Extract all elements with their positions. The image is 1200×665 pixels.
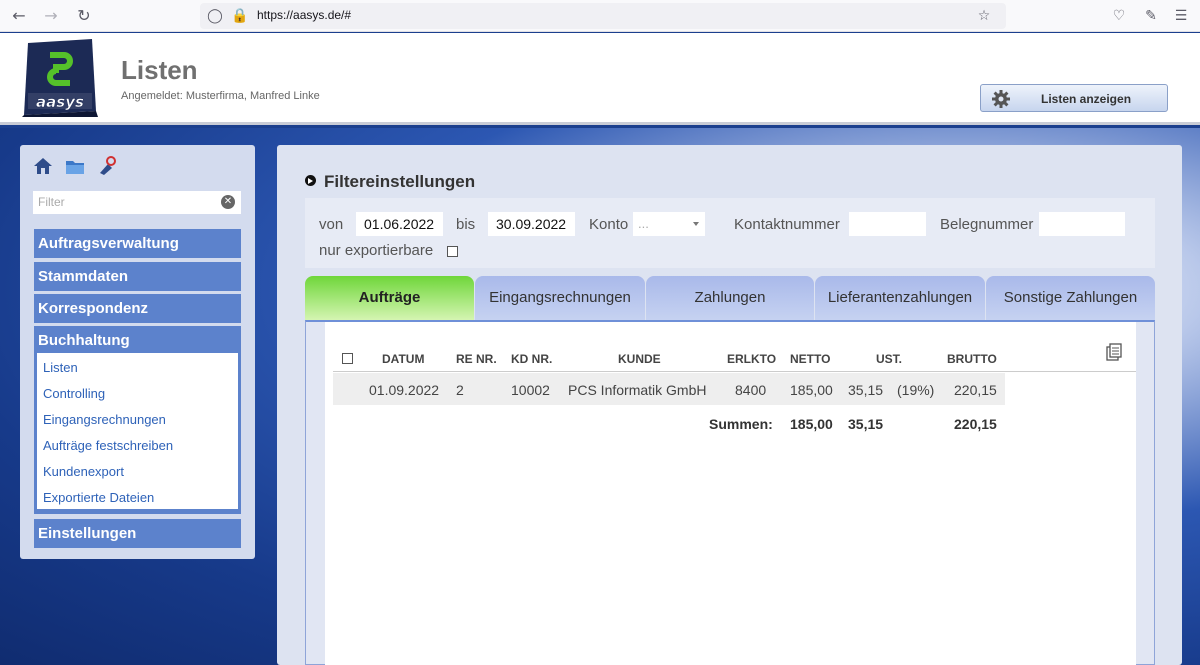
logged-in-info: Angemeldet: Musterfirma, Manfred Linke <box>121 90 320 102</box>
logout-icon[interactable] <box>96 155 118 177</box>
kontaktnummer-label: Kontaktnummer <box>734 216 840 233</box>
sidebar-item-controlling[interactable]: Controlling <box>43 386 105 401</box>
cell-ust-pct: (19%) <box>897 382 935 398</box>
home-icon[interactable] <box>32 155 54 177</box>
exportierbare-checkbox[interactable] <box>447 246 458 257</box>
belegnummer-input[interactable] <box>1039 212 1125 236</box>
menu-icon[interactable]: ☰ <box>1170 6 1192 26</box>
listen-anzeigen-button[interactable]: Listen anzeigen <box>980 84 1168 112</box>
result-table: DATUM RE NR. KD NR. KUNDE ERLKTO NETTO U… <box>325 322 1136 665</box>
sidebar: Filter ✕ Auftragsverwaltung Stammdaten K… <box>20 145 255 559</box>
bis-label: bis <box>456 216 476 233</box>
forward-icon[interactable]: → <box>40 6 62 26</box>
sidebar-item-auftraege-festschreiben[interactable]: Aufträge festschreiben <box>43 438 173 453</box>
column-header-brutto[interactable]: BRUTTO <box>947 352 997 366</box>
column-header-netto[interactable]: NETTO <box>790 352 830 366</box>
cell-brutto: 220,15 <box>954 382 997 398</box>
extensions-icon[interactable]: ✎ <box>1140 6 1162 26</box>
sidebar-item-listen[interactable]: Listen <box>43 360 78 375</box>
sidebar-item-eingangsrechnungen[interactable]: Eingangsrechnungen <box>43 412 166 427</box>
cell-kd-nr: 10002 <box>511 382 550 398</box>
column-header-erlkto[interactable]: ERLKTO <box>727 352 776 366</box>
tab-content: DATUM RE NR. KD NR. KUNDE ERLKTO NETTO U… <box>305 320 1155 665</box>
tab-eingangsrechnungen[interactable]: Eingangsrechnungen <box>475 276 645 320</box>
address-bar[interactable]: ◯ 🔒 https://aasys.de/# ☆ <box>200 3 1006 29</box>
chevron-down-icon <box>693 222 699 226</box>
column-header-re-nr[interactable]: RE NR. <box>456 352 497 366</box>
bookmark-star-icon[interactable]: ☆ <box>975 6 993 26</box>
von-date-input[interactable]: 01.06.2022 <box>356 212 443 236</box>
clear-filter-icon[interactable]: ✕ <box>221 195 235 209</box>
tab-auftraege[interactable]: Aufträge <box>305 276 474 320</box>
buchhaltung-menu: Listen Controlling Eingangsrechnungen Au… <box>37 353 238 509</box>
konto-label: Konto <box>589 216 629 233</box>
filter-heading[interactable]: Filtereinstellungen <box>305 172 475 192</box>
column-header-ust[interactable]: UST. <box>876 352 902 366</box>
folder-icon[interactable] <box>64 155 86 177</box>
filter-box: von 01.06.2022 bis 30.09.2022 Konto ... … <box>305 198 1155 268</box>
column-header-kunde[interactable]: KUNDE <box>618 352 661 366</box>
cell-re-nr: 2 <box>456 382 464 398</box>
reload-icon[interactable]: ↻ <box>73 6 95 26</box>
konto-select[interactable]: ... <box>633 212 705 236</box>
cell-kunde: PCS Informatik GmbH <box>568 382 707 398</box>
cell-datum: 01.09.2022 <box>369 382 440 398</box>
tab-sonstige-zahlungen[interactable]: Sonstige Zahlungen <box>986 276 1155 320</box>
tab-lieferantenzahlungen[interactable]: Lieferantenzahlungen <box>815 276 985 320</box>
cell-netto: 185,00 <box>790 382 833 398</box>
belegnummer-label: Belegnummer <box>940 216 1034 233</box>
cell-ust: 35,15 <box>848 382 884 398</box>
page-title: Listen <box>121 55 198 85</box>
totals-label: Summen: <box>709 416 773 432</box>
collapse-arrow-icon <box>305 175 316 186</box>
gear-icon <box>992 90 1010 108</box>
shield-icon: ◯ <box>207 8 223 24</box>
browser-toolbar: ← → ↻ ◯ 🔒 https://aasys.de/# ☆ ♡ ✎ ☰ <box>0 0 1200 32</box>
main-panel: Filtereinstellungen von 01.06.2022 bis 3… <box>277 145 1182 665</box>
column-header-datum[interactable]: DATUM <box>382 352 424 366</box>
svg-text:aasys: aasys <box>36 93 84 111</box>
total-ust: 35,15 <box>848 416 884 432</box>
pocket-icon[interactable]: ♡ <box>1108 6 1130 26</box>
sidebar-item-kundenexport[interactable]: Kundenexport <box>43 464 124 479</box>
sidebar-filter-input[interactable]: Filter ✕ <box>33 191 241 214</box>
app-header: aasys Listen Angemeldet: Musterfirma, Ma… <box>0 33 1200 125</box>
cell-erlkto: 8400 <box>735 382 767 398</box>
lock-icon: 🔒 <box>231 8 249 24</box>
total-brutto: 220,15 <box>954 416 997 432</box>
copy-icon[interactable] <box>1106 343 1122 361</box>
tab-zahlungen[interactable]: Zahlungen <box>646 276 814 320</box>
von-label: von <box>319 216 344 233</box>
url-text: https://aasys.de/# <box>257 8 352 22</box>
sidebar-item-exportierte-dateien[interactable]: Exportierte Dateien <box>43 490 154 505</box>
kontaktnummer-input[interactable] <box>849 212 926 236</box>
bis-date-input[interactable]: 30.09.2022 <box>488 212 575 236</box>
sidebar-section-einstellungen[interactable]: Einstellungen <box>34 519 241 548</box>
back-icon[interactable]: ← <box>8 6 30 26</box>
column-header-kd-nr[interactable]: KD NR. <box>511 352 552 366</box>
aasys-logo: aasys <box>22 39 98 117</box>
total-netto: 185,00 <box>790 416 833 432</box>
sidebar-section-korrespondenz[interactable]: Korrespondenz <box>34 294 241 323</box>
select-all-checkbox[interactable] <box>342 353 353 364</box>
exportierbare-label: nur exportierbare <box>319 242 434 259</box>
sidebar-section-stammdaten[interactable]: Stammdaten <box>34 262 241 291</box>
sidebar-section-auftragsverwaltung[interactable]: Auftragsverwaltung <box>34 229 241 258</box>
header-divider <box>333 371 1136 372</box>
